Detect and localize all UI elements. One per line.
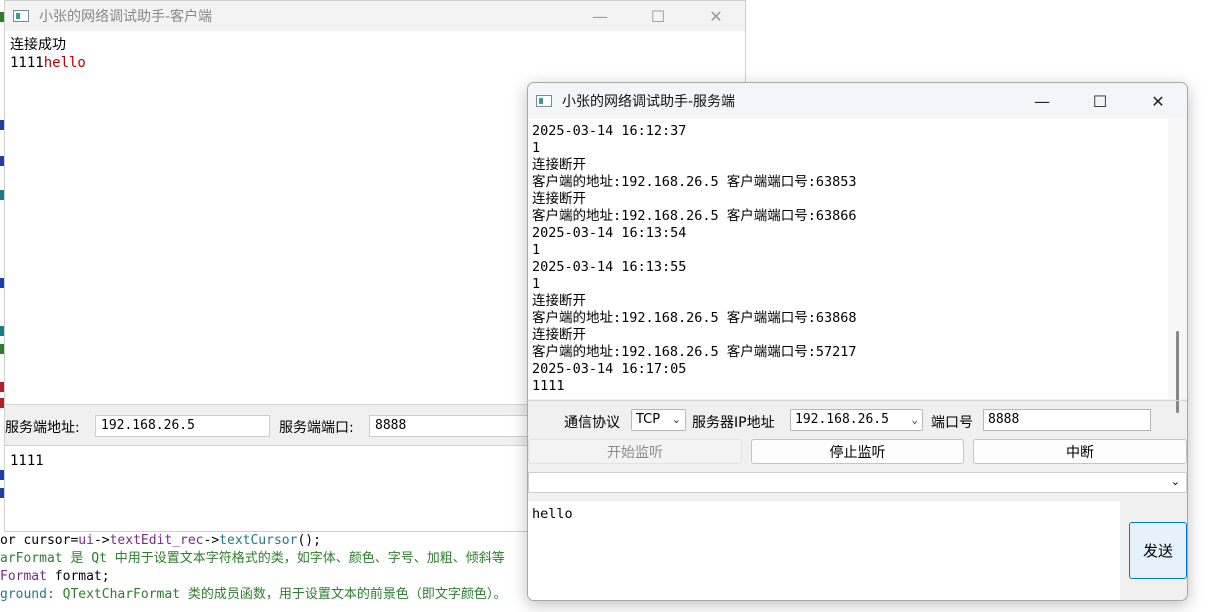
chevron-down-icon: ⌄: [671, 413, 681, 426]
server-send-textedit[interactable]: hello: [528, 501, 1120, 600]
log-line: 客户端的地址:192.168.26.5 客户端端口号:63868: [532, 310, 857, 326]
server-titlebar[interactable]: 小张的网络调试助手-服务端 — ☐ ✕: [528, 83, 1187, 119]
server-port-input[interactable]: 8888: [369, 415, 544, 437]
log-line: 1: [532, 242, 541, 258]
code-token: ui: [78, 533, 94, 548]
log-line: 1: [532, 140, 541, 156]
log-line: 客户端的地址:192.168.26.5 客户端端口号:57217: [532, 344, 857, 360]
chevron-down-icon: ⌄: [911, 413, 918, 426]
server-log-textedit[interactable]: 2025-03-14 16:12:37 1 连接断开 客户端的地址:192.168.2…: [528, 119, 1168, 399]
log-scrollbar[interactable]: [1168, 119, 1187, 413]
log-line: 2025-03-14 16:17:05: [532, 361, 687, 377]
server-ip-value: 192.168.26.5: [795, 412, 889, 427]
server-address-input[interactable]: 192.168.26.5: [95, 415, 270, 437]
code-token: ->: [203, 533, 220, 548]
server-window-title: 小张的网络调试助手-服务端: [562, 94, 736, 110]
client-titlebar[interactable]: 小张的网络调试助手-客户端 — ☐ ✕: [5, 1, 745, 31]
log-line: 2025-03-14 16:12:37: [532, 123, 687, 139]
log-line: 1111: [532, 378, 565, 394]
log-line: 2025-03-14 16:13:54: [532, 225, 687, 241]
server-ip-select[interactable]: 192.168.26.5 ⌄: [790, 409, 923, 431]
code-token: ->: [93, 533, 110, 548]
server-ip-label: 服务器IP地址: [692, 415, 775, 431]
recv-line: 连接成功: [10, 37, 66, 53]
code-token: arFormat 是 Qt 中用于设置文本字符格式的类，如字体、颜色、字号、加粗…: [0, 551, 505, 566]
code-token: ();: [297, 533, 321, 548]
server-port-label: 服务端端口:: [279, 420, 354, 436]
maximize-icon[interactable]: ☐: [1071, 83, 1129, 119]
disconnect-button[interactable]: 中断: [973, 439, 1187, 464]
maximize-icon[interactable]: ☐: [629, 1, 687, 31]
client-window-title: 小张的网络调试助手-客户端: [39, 9, 213, 25]
app-window-icon: [536, 95, 552, 107]
port-label: 端口号: [931, 415, 973, 431]
stop-listen-button[interactable]: 停止监听: [751, 439, 964, 464]
server-window: 小张的网络调试助手-服务端 — ☐ ✕ 2025-03-14 16:12:37 1…: [527, 82, 1188, 601]
client-select-combobox[interactable]: ⌄: [528, 472, 1187, 493]
log-line: 连接断开: [532, 293, 586, 309]
chevron-down-icon: ⌄: [1170, 475, 1180, 488]
log-line: 连接断开: [532, 157, 586, 173]
port-input[interactable]: 8888: [983, 409, 1151, 431]
server-config-row: 通信协议 TCP ⌄ 服务器IP地址 192.168.26.5 ⌄ 端口号 88…: [528, 400, 1187, 439]
code-token: format;: [54, 569, 110, 584]
protocol-label: 通信协议: [564, 415, 620, 431]
server-address-label: 服务端地址:: [5, 420, 80, 436]
code-token: or cursor=: [0, 533, 79, 548]
app-window-icon: [13, 10, 29, 22]
log-line: 连接断开: [532, 327, 586, 343]
code-token: Format: [0, 569, 55, 584]
log-line: 客户端的地址:192.168.26.5 客户端端口号:63853: [532, 174, 857, 190]
log-line: 2025-03-14 16:13:55: [532, 259, 687, 275]
code-token: textCursor: [219, 533, 298, 548]
send-button[interactable]: 发送: [1129, 522, 1187, 579]
minimize-icon[interactable]: —: [571, 1, 629, 31]
code-token: : QTextCharFormat 类的成员函数，用于设置文本的前景色（即文字颜…: [46, 587, 507, 602]
protocol-select[interactable]: TCP ⌄: [631, 409, 686, 431]
log-line: 1: [532, 276, 541, 292]
log-line: 连接断开: [532, 191, 586, 207]
code-token: ground: [0, 587, 47, 602]
recv-line: 1111hello: [10, 55, 86, 71]
protocol-value: TCP: [636, 412, 661, 427]
server-button-row: 开始监听 停止监听 中断: [528, 439, 1187, 467]
start-listen-button[interactable]: 开始监听: [528, 439, 742, 464]
log-line: 客户端的地址:192.168.26.5 客户端端口号:63866: [532, 208, 857, 224]
close-icon[interactable]: ✕: [1129, 83, 1187, 119]
code-token: textEdit_rec: [109, 533, 204, 548]
minimize-icon[interactable]: —: [1013, 83, 1071, 119]
close-icon[interactable]: ✕: [687, 1, 745, 31]
